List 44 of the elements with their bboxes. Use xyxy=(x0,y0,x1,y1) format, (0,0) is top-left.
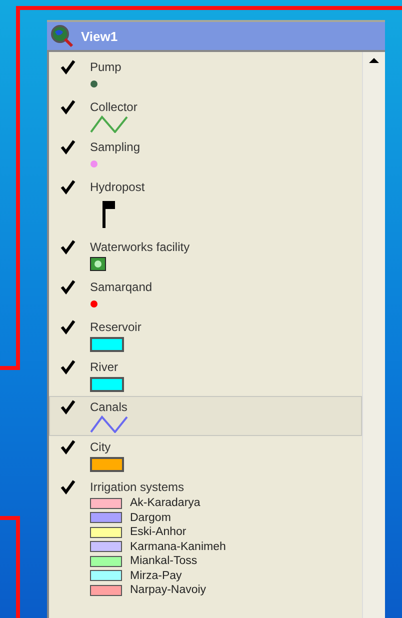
layer-item[interactable]: Pump xyxy=(49,56,362,96)
class-name: Ak-Karadarya xyxy=(130,496,200,510)
layer-item[interactable]: Waterworks facility xyxy=(49,236,362,276)
layer-item[interactable]: Irrigation systems Ak-Karadarya Dargom Eski-Anhor Karmana-Kanimeh Miankal-Toss Mirza-Pay Narpay-Navoiy xyxy=(49,476,362,600)
checkbox[interactable] xyxy=(60,179,76,195)
layer-name: Pump xyxy=(90,60,122,74)
scrollbar[interactable] xyxy=(362,52,385,618)
class-name: Mirza-Pay xyxy=(130,568,182,583)
layer-name: Waterworks facility xyxy=(90,240,190,254)
checkbox[interactable] xyxy=(60,239,76,255)
layer-item[interactable]: City xyxy=(49,436,362,476)
layer-name: Reservoir xyxy=(90,320,142,334)
layer-name: Collector xyxy=(90,100,138,114)
layer-name: Canals xyxy=(90,400,128,414)
checkbox[interactable] xyxy=(60,439,76,455)
class-name: Karmana-Kanimeh xyxy=(130,540,226,554)
class-name: Eski-Anhor xyxy=(130,525,186,540)
checkbox[interactable] xyxy=(60,279,76,295)
class-name: Miankal-Toss xyxy=(130,554,198,568)
checkbox[interactable] xyxy=(60,399,76,415)
class-name: Narpay-Navoiy xyxy=(130,583,206,598)
checkbox[interactable] xyxy=(60,479,76,495)
checkbox[interactable] xyxy=(60,319,76,335)
layer-item[interactable]: Sampling xyxy=(49,136,362,176)
layer-name: Hydropost xyxy=(90,180,145,194)
layer-name: Sampling xyxy=(90,140,140,154)
window-title: View1 xyxy=(81,28,118,44)
layer-item[interactable]: Reservoir xyxy=(49,316,362,356)
layer-name: River xyxy=(90,360,118,374)
checkbox[interactable] xyxy=(60,99,76,115)
layer-item[interactable]: Samarqand xyxy=(49,276,362,316)
checkbox[interactable] xyxy=(60,359,76,375)
layer-name: City xyxy=(90,440,111,454)
layer-name: Samarqand xyxy=(90,280,152,294)
magnifier-globe-icon xyxy=(49,24,75,48)
checkbox[interactable] xyxy=(60,59,76,75)
checkbox[interactable] xyxy=(60,139,76,155)
scroll-up-icon[interactable] xyxy=(369,58,379,63)
layer-item[interactable]: Canals xyxy=(49,396,362,436)
layer-name: Irrigation systems xyxy=(90,480,184,494)
class-name: Dargom xyxy=(130,510,171,525)
layer-item[interactable]: Collector xyxy=(49,96,362,136)
layer-item[interactable]: River xyxy=(49,356,362,396)
layer-item[interactable]: Hydropost xyxy=(49,176,362,236)
